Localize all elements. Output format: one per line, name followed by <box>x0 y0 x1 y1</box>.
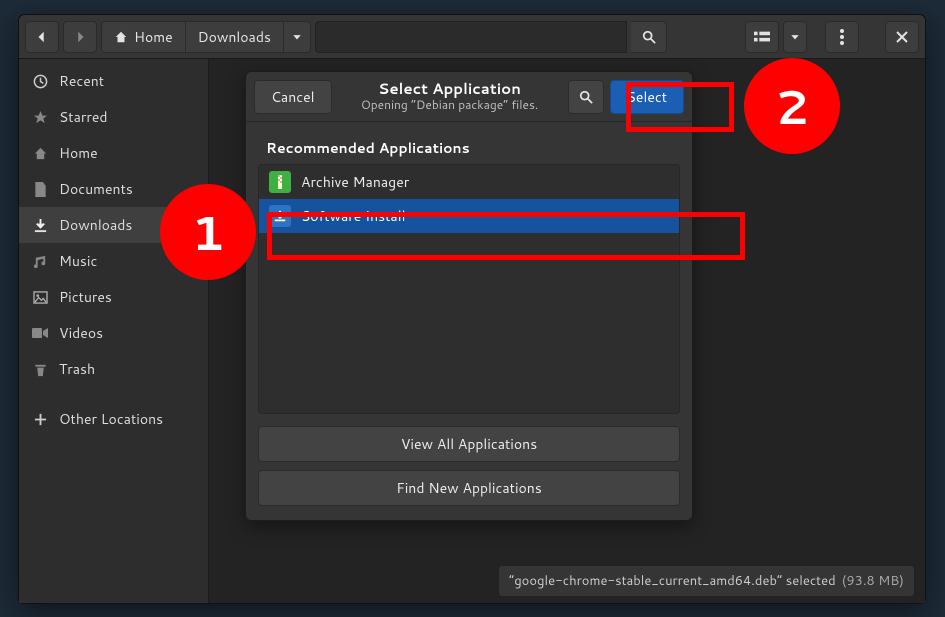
breadcrumb-downloads[interactable]: Downloads <box>186 21 284 53</box>
trash-icon <box>31 362 49 377</box>
find-new-label: Find New Applications <box>396 478 542 498</box>
window-body: Recent Starred Home Documents Downloads … <box>19 59 925 603</box>
search-button[interactable] <box>631 21 667 53</box>
picture-icon <box>31 291 49 304</box>
install-icon <box>269 205 291 227</box>
sidebar-item-label: Music <box>59 251 97 271</box>
sidebar-item-label: Pictures <box>59 287 112 307</box>
app-row-archive-manager[interactable]: Archive Manager <box>259 165 679 199</box>
document-icon <box>31 182 49 197</box>
sidebar-item-label: Downloads <box>59 215 132 235</box>
search-icon <box>642 30 656 44</box>
forward-button[interactable] <box>63 21 97 53</box>
breadcrumb-menu-button[interactable] <box>284 21 311 53</box>
status-size: (93.8 MB) <box>842 572 904 590</box>
clock-icon <box>31 74 49 89</box>
recommended-apps-list: Archive Manager Software Install <box>258 164 680 414</box>
breadcrumb-home[interactable]: Home <box>101 21 186 53</box>
app-label: Software Install <box>301 206 405 226</box>
archive-icon <box>269 171 291 193</box>
status-bar: “google-chrome-stable_current_amd64.deb”… <box>498 565 915 597</box>
sidebar-item-recent[interactable]: Recent <box>19 63 208 99</box>
sidebar-item-pictures[interactable]: Pictures <box>19 279 208 315</box>
dialog-header: Cancel Select Application Opening “Debia… <box>246 72 692 122</box>
list-view-icon <box>754 30 770 44</box>
toolbar: Home Downloads <box>19 15 925 59</box>
chevron-down-icon <box>790 32 800 42</box>
sidebar: Recent Starred Home Documents Downloads … <box>19 59 209 603</box>
arrow-right-icon <box>73 30 87 44</box>
close-window-button[interactable] <box>885 21 919 53</box>
select-label: Select <box>627 87 667 107</box>
search-icon <box>579 90 593 104</box>
breadcrumb-downloads-label: Downloads <box>198 27 271 47</box>
annotation-badge-2: 2 <box>744 58 840 154</box>
sidebar-item-label: Starred <box>59 107 108 127</box>
sidebar-item-videos[interactable]: Videos <box>19 315 208 351</box>
status-text: “google-chrome-stable_current_amd64.deb”… <box>509 572 836 590</box>
recommended-apps-heading: Recommended Applications <box>258 132 680 164</box>
view-all-applications-button[interactable]: View All Applications <box>258 426 680 462</box>
app-row-software-install[interactable]: Software Install <box>259 199 679 233</box>
breadcrumb-home-label: Home <box>134 27 173 47</box>
chevron-down-icon <box>292 32 302 42</box>
star-icon <box>31 110 49 125</box>
home-icon <box>114 30 128 44</box>
breadcrumb: Home Downloads <box>101 21 311 53</box>
music-icon <box>31 254 49 269</box>
view-all-label: View All Applications <box>401 434 537 454</box>
dialog-subtitle: Opening “Debian package” files. <box>332 98 568 112</box>
sidebar-item-documents[interactable]: Documents <box>19 171 208 207</box>
download-icon <box>31 218 49 233</box>
sidebar-item-music[interactable]: Music <box>19 243 208 279</box>
kebab-icon <box>840 29 844 45</box>
dialog-body: Recommended Applications Archive Manager <box>246 122 692 422</box>
dialog-footer: View All Applications Find New Applicati… <box>246 422 692 520</box>
plus-icon <box>31 413 49 426</box>
select-application-dialog: Cancel Select Application Opening “Debia… <box>245 71 693 521</box>
sidebar-item-label: Home <box>59 143 98 163</box>
home-icon <box>31 146 49 161</box>
view-menu-button[interactable] <box>783 21 807 53</box>
dialog-search-button[interactable] <box>568 80 604 114</box>
hamburger-menu-button[interactable] <box>825 21 859 53</box>
sidebar-item-label: Videos <box>59 323 103 343</box>
back-button[interactable] <box>25 21 59 53</box>
arrow-left-icon <box>35 30 49 44</box>
close-icon <box>896 31 908 43</box>
view-list-button[interactable] <box>745 21 779 53</box>
sidebar-item-label: Other Locations <box>59 409 163 429</box>
sidebar-item-other-locations[interactable]: Other Locations <box>19 401 208 437</box>
sidebar-item-label: Trash <box>59 359 95 379</box>
cancel-label: Cancel <box>271 87 315 107</box>
dialog-title-block: Select Application Opening “Debian packa… <box>332 80 568 112</box>
video-icon <box>31 327 49 339</box>
cancel-button[interactable]: Cancel <box>254 80 332 114</box>
find-new-applications-button[interactable]: Find New Applications <box>258 470 680 506</box>
select-button[interactable]: Select <box>610 80 684 114</box>
sidebar-item-starred[interactable]: Starred <box>19 99 208 135</box>
app-list-empty-area <box>259 233 679 413</box>
file-manager-window: Home Downloads <box>18 14 926 604</box>
sidebar-item-downloads[interactable]: Downloads <box>19 207 208 243</box>
main-pane: Cancel Select Application Opening “Debia… <box>209 59 925 603</box>
app-label: Archive Manager <box>301 172 409 192</box>
sidebar-item-trash[interactable]: Trash <box>19 351 208 387</box>
sidebar-item-label: Recent <box>59 71 104 91</box>
location-input[interactable] <box>315 21 627 53</box>
sidebar-item-home[interactable]: Home <box>19 135 208 171</box>
sidebar-item-label: Documents <box>59 179 133 199</box>
